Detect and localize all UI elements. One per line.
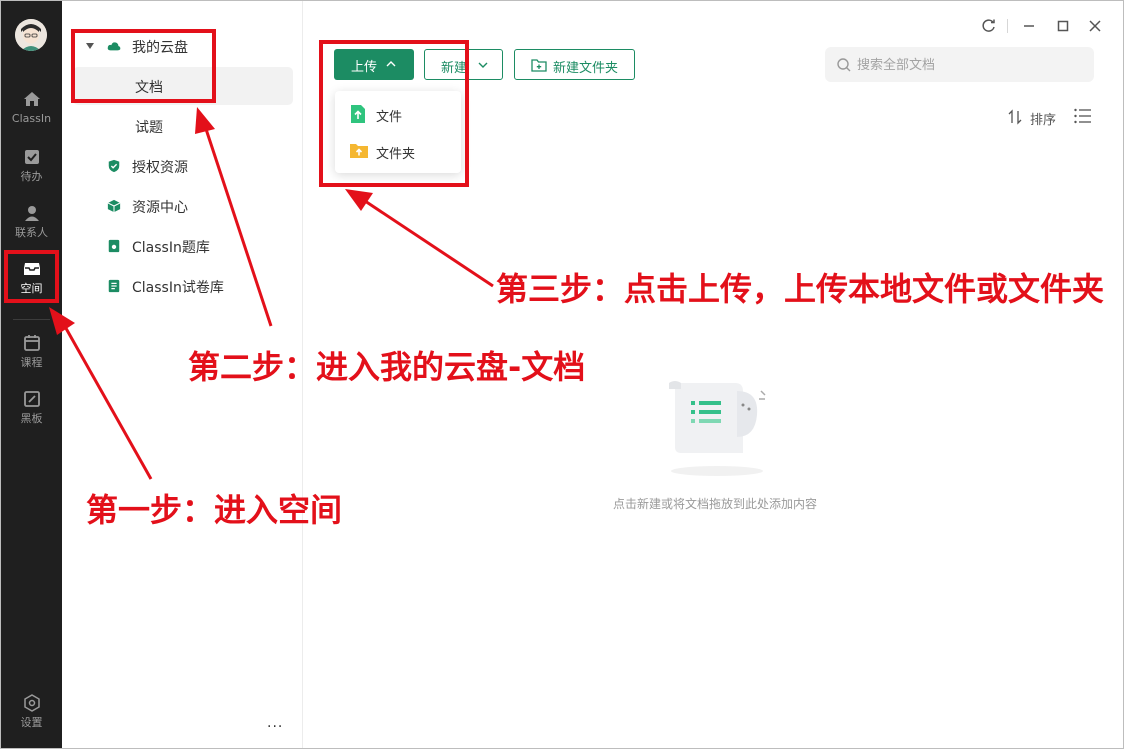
nav-label-question-bank: ClassIn题库 [132,240,210,256]
rail-divider [13,319,50,320]
minimize-icon[interactable] [1018,15,1040,37]
rail-item-contacts[interactable]: 联系人 [1,201,62,251]
rail-item-courses[interactable]: 课程 [1,331,62,381]
rail-label-blackboard: 黑板 [20,412,43,425]
todo-icon [24,150,39,164]
nav-item-questions[interactable]: 试题 [62,108,303,144]
rail-label-settings: 设置 [20,716,43,729]
paper-bank-icon [108,279,120,293]
annotation-box-upload [319,40,469,187]
nav-item-licensed-resources[interactable]: 授权资源 [62,148,303,184]
nav-item-question-bank[interactable]: ClassIn题库 [62,228,303,264]
arrow-step3 [345,189,494,288]
empty-state-illustration [669,381,766,476]
classin-window: ClassIn 待办 联系人 空间 课程 黑板 设置 我的云盘 文档 试题 授权… [0,0,1124,749]
annotation-step1: 第一步：进入空间 [86,491,343,529]
avatar-image [15,19,47,51]
question-bank-icon [108,239,120,253]
rail-item-settings[interactable]: 设置 [1,691,62,741]
annotation-box-docs [71,29,216,103]
refresh-icon[interactable] [978,15,1000,37]
nav-item-resource-center[interactable]: 资源中心 [62,188,303,224]
home-icon [23,92,40,106]
nav-label-questions: 试题 [135,120,163,136]
nav-label-resource-center: 资源中心 [132,200,188,216]
nav-item-paper-bank[interactable]: ClassIn试卷库 [62,268,303,304]
list-view-icon[interactable] [1073,107,1093,125]
nav-label-licensed: 授权资源 [132,160,188,176]
close-icon[interactable] [1084,15,1106,37]
rail-label-contacts: 联系人 [15,226,48,239]
rail-label-classin: ClassIn [11,112,52,125]
maximize-icon[interactable] [1052,15,1074,37]
rail-label-todo: 待办 [20,170,43,183]
chevron-down-icon [478,62,488,68]
window-control-separator [1007,19,1008,33]
shield-check-icon [108,159,120,173]
rail-item-blackboard[interactable]: 黑板 [1,387,62,437]
left-rail: ClassIn 待办 联系人 空间 课程 黑板 设置 [1,1,62,748]
calendar-icon [23,335,40,351]
sort-icon [1008,109,1022,125]
cube-icon [107,199,121,213]
blackboard-icon [23,391,40,407]
search-icon [837,58,851,72]
rail-label-courses: 课程 [20,356,43,369]
rail-item-classin[interactable]: ClassIn [1,87,62,137]
folder-plus-icon [531,59,547,72]
new-folder-button[interactable]: 新建文件夹 [514,49,635,80]
rail-item-todo[interactable]: 待办 [1,145,62,195]
annotation-step3: 第三步：点击上传，上传本地文件或文件夹 [496,270,1105,308]
annotation-step2: 第二步：进入我的云盘-文档 [188,348,586,386]
empty-state-text: 点击新建或将文档拖放到此处添加内容 [612,497,817,511]
new-folder-button-label: 新建文件夹 [553,61,619,76]
avatar[interactable] [15,19,47,51]
more-button[interactable]: ... [267,715,283,731]
sort-label: 排序 [1030,113,1057,128]
contacts-icon [24,206,39,221]
nav-label-paper-bank: ClassIn试卷库 [132,280,224,296]
search-box[interactable] [825,47,1094,82]
search-input[interactable] [857,55,1082,75]
settings-icon [23,694,40,712]
annotation-box-space [4,250,59,303]
